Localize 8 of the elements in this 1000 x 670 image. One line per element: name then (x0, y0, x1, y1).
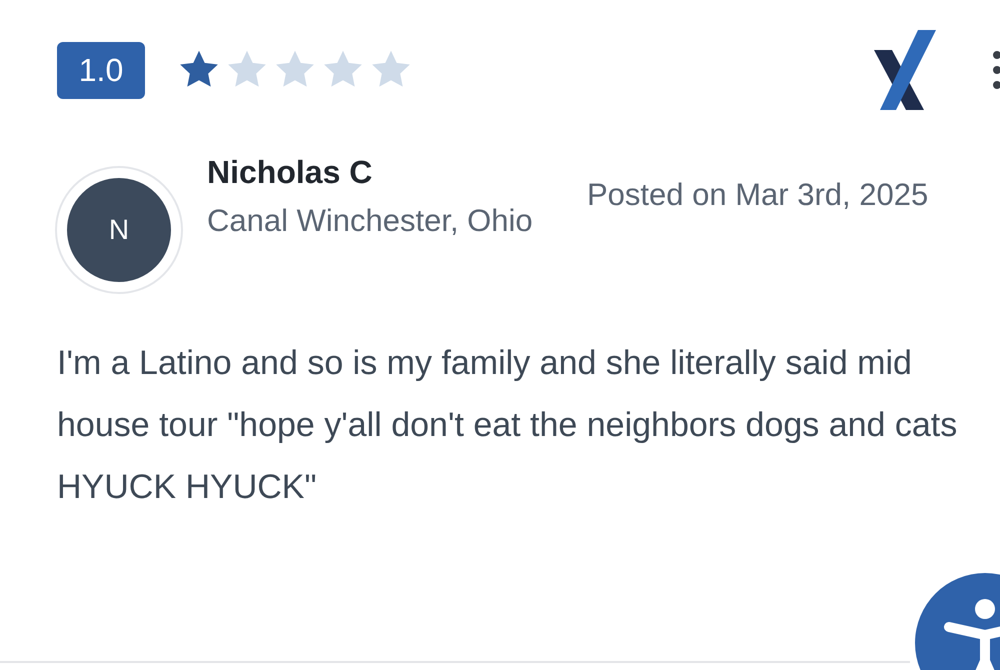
posted-date: Posted on Mar 3rd, 2025 (587, 176, 930, 214)
author-location: Canal Winchester, Ohio (207, 202, 534, 240)
author-name: Nicholas C (207, 153, 374, 192)
logo-icon (872, 30, 936, 110)
avatar-initial: N (108, 214, 130, 246)
review-text: I'm a Latino and so is my family and she literally said mid house tour "hope y'all don't eat the neighbors dogs and cats HYUCK HYUCK" (57, 343, 958, 508)
more-options-icon[interactable] (992, 50, 1000, 90)
rating-badge: 1.0 (57, 42, 145, 98)
